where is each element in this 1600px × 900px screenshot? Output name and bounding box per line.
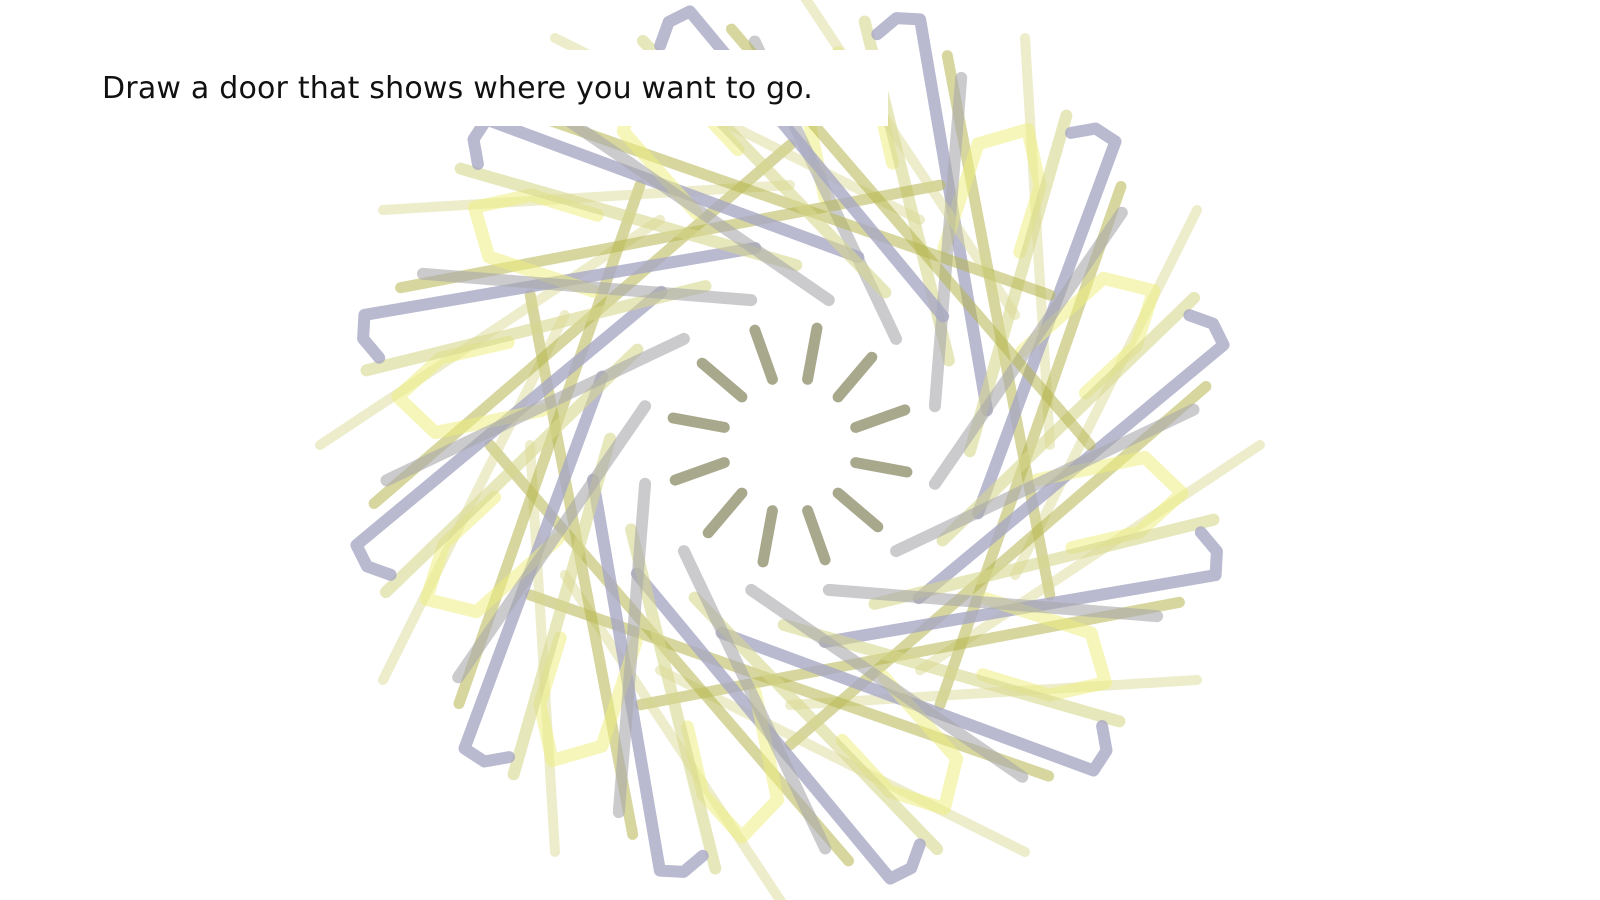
dark-olive-spoke-stroke (850, 457, 913, 478)
prompt-text: Draw a door that shows where you want to… (102, 70, 814, 106)
dark-olive-spoke-stroke (702, 487, 748, 539)
dark-olive-spoke-stroke (832, 487, 884, 533)
canvas-stage[interactable]: Draw a door that shows where you want to… (0, 0, 1600, 900)
prompt-banner: Draw a door that shows where you want to… (88, 50, 888, 126)
drawing-canvas[interactable] (0, 0, 1600, 900)
dark-olive-spoke-stroke (749, 324, 778, 385)
dark-olive-spoke-stroke (832, 351, 878, 403)
dark-olive-spoke-stroke (757, 505, 778, 568)
dark-olive-spoke-stroke (696, 357, 748, 403)
dark-olive-spoke-stroke (667, 412, 730, 433)
dark-olive-spoke-stroke (802, 322, 823, 385)
dark-olive-spoke-stroke (669, 457, 730, 486)
dark-olive-spoke-stroke (802, 505, 831, 566)
dark-olive-spoke-stroke (850, 404, 911, 433)
